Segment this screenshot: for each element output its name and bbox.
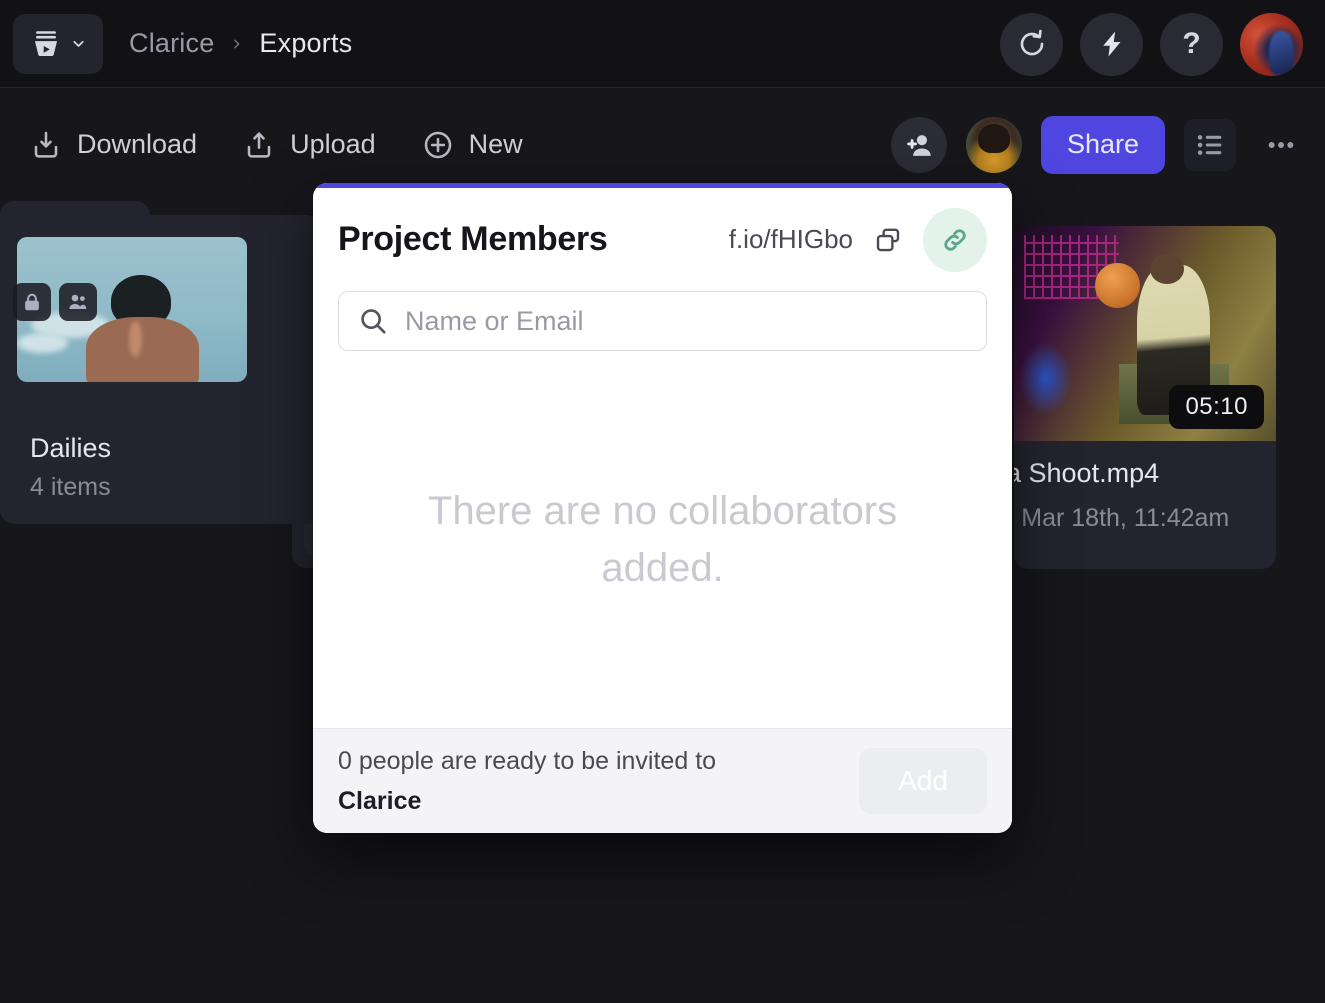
add-person-icon xyxy=(903,129,935,161)
shared-badge[interactable] xyxy=(59,283,97,321)
more-options-button[interactable] xyxy=(1255,119,1307,171)
get-link-button[interactable] xyxy=(923,208,987,272)
question-mark-icon: ? xyxy=(1182,29,1200,59)
lightning-bolt-icon xyxy=(1097,29,1127,59)
breadcrumb-root[interactable]: Clarice xyxy=(129,28,214,59)
add-button[interactable]: Add xyxy=(859,748,987,814)
share-url-text: f.io/fHIGbo xyxy=(729,224,853,255)
asset-title: a Shoot.mp4 xyxy=(1014,458,1159,489)
dialog-footer: 0 people are ready to be invited to Clar… xyxy=(313,728,1012,833)
dialog-body: There are no collaborators added. xyxy=(313,351,1012,728)
lock-icon xyxy=(21,291,43,313)
share-button[interactable]: Share xyxy=(1041,116,1165,174)
project-switcher-button[interactable] xyxy=(13,14,103,74)
asset-card-video[interactable]: 05:10 a Shoot.mp4 · Mar 18th, 11:42am xyxy=(1014,226,1276,569)
folder-card-dailies[interactable]: Dailies 4 items xyxy=(0,201,320,524)
top-bar: Clarice Exports ? xyxy=(0,0,1325,88)
chevron-down-icon xyxy=(70,35,87,52)
new-label: New xyxy=(469,129,523,160)
download-label: Download xyxy=(77,129,197,160)
refresh-icon xyxy=(1016,28,1048,60)
search-input[interactable] xyxy=(405,292,968,350)
people-icon xyxy=(66,290,90,314)
list-view-icon xyxy=(1193,128,1227,162)
empty-state-message: There are no collaborators added. xyxy=(373,483,952,597)
member-search-field[interactable] xyxy=(338,291,987,351)
copy-icon xyxy=(873,225,903,255)
folder-item-count: 4 items xyxy=(30,473,111,502)
new-button[interactable]: New xyxy=(412,123,533,167)
member-avatar[interactable] xyxy=(966,117,1022,173)
chevron-right-icon xyxy=(230,35,243,53)
list-view-button[interactable] xyxy=(1184,119,1236,171)
blue-glow-shape xyxy=(1019,342,1071,415)
project-members-dialog: Project Members f.io/fHIGbo T xyxy=(313,183,1012,833)
person-shape xyxy=(86,317,199,382)
breadcrumb-current[interactable]: Exports xyxy=(259,28,352,59)
cloud-shape xyxy=(17,333,68,353)
upload-icon xyxy=(243,129,275,161)
add-person-button[interactable] xyxy=(891,117,947,173)
more-horizontal-icon xyxy=(1264,128,1298,162)
invite-summary-text: 0 people are ready to be invited to xyxy=(338,747,716,775)
frameio-logo-icon xyxy=(29,27,63,61)
help-button[interactable]: ? xyxy=(1160,13,1223,76)
folder-body: Dailies 4 items xyxy=(0,215,320,524)
dialog-title: Project Members xyxy=(338,220,608,259)
download-icon xyxy=(30,129,62,161)
dialog-header: Project Members f.io/fHIGbo xyxy=(313,188,1012,291)
avatar[interactable] xyxy=(1240,13,1303,76)
lightning-button[interactable] xyxy=(1080,13,1143,76)
refresh-button[interactable] xyxy=(1000,13,1063,76)
top-bar-actions: ? xyxy=(1000,0,1303,88)
upload-button[interactable]: Upload xyxy=(233,123,386,167)
search-icon xyxy=(357,305,389,337)
download-button[interactable]: Download xyxy=(20,123,207,167)
dialog-header-actions: f.io/fHIGbo xyxy=(729,208,987,272)
invite-summary: 0 people are ready to be invited to Clar… xyxy=(338,741,716,821)
invite-project-name: Clarice xyxy=(338,787,421,815)
link-icon xyxy=(939,224,971,256)
folder-badges xyxy=(13,283,97,321)
lock-badge[interactable] xyxy=(13,283,51,321)
basketball-shape xyxy=(1095,263,1140,308)
copy-link-button[interactable] xyxy=(871,223,905,257)
share-label: Share xyxy=(1067,129,1139,160)
breadcrumb: Clarice Exports xyxy=(129,28,352,59)
folder-title: Dailies xyxy=(30,433,111,464)
upload-label: Upload xyxy=(290,129,376,160)
duration-badge: 05:10 xyxy=(1169,385,1264,429)
plus-circle-icon xyxy=(422,129,454,161)
asset-meta: · Mar 18th, 11:42am xyxy=(1014,504,1229,533)
video-thumbnail: 05:10 xyxy=(1014,226,1276,441)
